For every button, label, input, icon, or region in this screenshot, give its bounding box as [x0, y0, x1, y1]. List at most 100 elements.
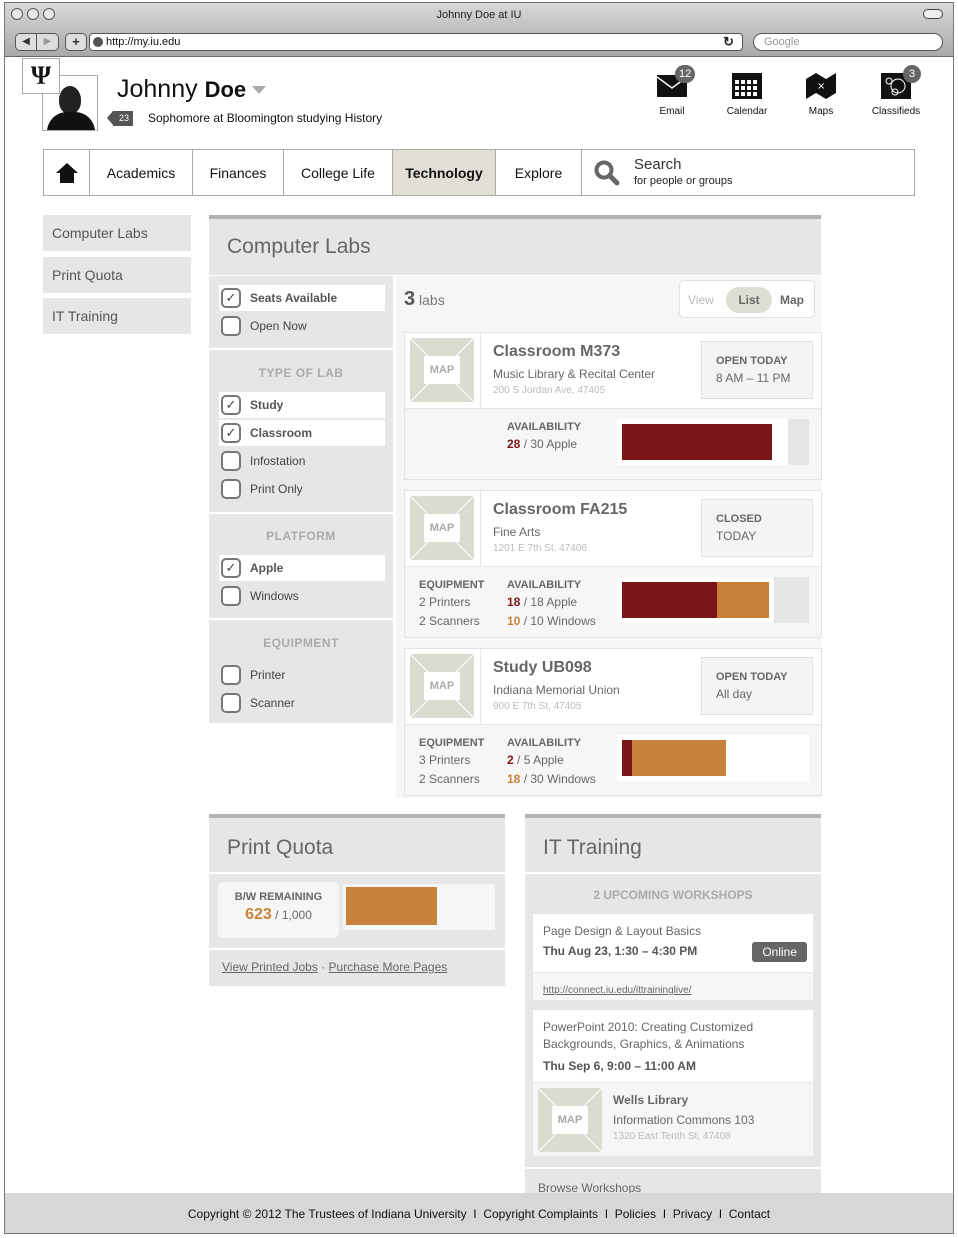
app-calendar[interactable]: Calendar [712, 73, 782, 117]
app-classifieds[interactable]: 3 Classifieds [861, 65, 931, 117]
availability: AVAILABILITY 18 / 18 Apple 10 / 10 Windows [507, 577, 596, 631]
user-name-menu[interactable]: Johnny Doe [117, 75, 267, 104]
map-thumbnail[interactable]: MAP [410, 654, 474, 718]
lab-status: CLOSED [716, 513, 762, 525]
lab-name[interactable]: Study UB098 [493, 659, 592, 677]
filter-label: Windows [250, 589, 299, 603]
footer-link-privacy[interactable]: Privacy [673, 1207, 712, 1221]
url-text: http://my.iu.edu [106, 36, 181, 48]
filter-label: Classroom [250, 426, 313, 440]
filter-label: Infostation [250, 454, 306, 468]
apple-available-count: 2 [507, 753, 514, 767]
filter-print-only[interactable]: Print Only [219, 476, 385, 502]
app-maps[interactable]: × Maps [786, 73, 856, 117]
filter-classroom[interactable]: ✓ Classroom [219, 420, 385, 446]
apple-bar-segment [622, 424, 773, 460]
forward-arrow-icon: ▶ [43, 36, 52, 47]
lab-name[interactable]: Classroom M373 [493, 343, 620, 361]
lab-card[interactable]: MAP Classroom FA215 Fine Arts 1201 E 7th St… [404, 490, 822, 638]
map-thumbnail[interactable]: MAP [410, 338, 474, 402]
map-label: MAP [424, 514, 460, 542]
map-label: MAP [424, 672, 460, 700]
nav-college-life[interactable]: College Life [284, 150, 393, 195]
people-search[interactable]: Search for people or groups [582, 150, 914, 195]
workshop-1[interactable]: Page Design & Layout Basics Thu Aug 23, … [533, 914, 813, 972]
google-search-input[interactable]: Google [753, 33, 943, 51]
availability-heading: AVAILABILITY [507, 421, 582, 433]
lab-count-label: labs [419, 292, 445, 308]
nav-technology[interactable]: Technology [393, 150, 496, 195]
back-button[interactable]: ◀ [15, 33, 37, 51]
filter-study[interactable]: ✓ Study [219, 392, 385, 418]
checkbox-icon[interactable] [221, 451, 241, 471]
back-arrow-icon: ◀ [22, 36, 30, 47]
filter-infostation[interactable]: Infostation [219, 448, 385, 474]
print-quota-body: B/W REMAINING 623 / 1,000 [209, 874, 505, 948]
view-list-button[interactable]: List [726, 287, 772, 313]
nav-finances[interactable]: Finances [193, 150, 284, 195]
view-map-button[interactable]: Map [780, 293, 804, 307]
sidebar-item-computer-labs[interactable]: Computer Labs [43, 215, 191, 251]
footer-link-policies[interactable]: Policies [615, 1207, 656, 1221]
lab-status: OPEN TODAY [716, 355, 788, 367]
reload-icon[interactable]: ↻ [723, 35, 734, 49]
filter-label: Printer [250, 668, 286, 682]
nav-academics[interactable]: Academics [90, 150, 193, 195]
map-thumbnail[interactable]: MAP [538, 1088, 602, 1152]
lab-hours-text: TODAY [716, 529, 757, 543]
checkbox-checked-icon[interactable]: ✓ [221, 288, 241, 308]
checkbox-icon[interactable] [221, 586, 241, 606]
lab-address: 1201 E 7th St, 47406 [493, 543, 587, 554]
forward-button[interactable]: ▶ [37, 33, 59, 51]
checkbox-icon[interactable] [221, 479, 241, 499]
it-training-header: IT Training [525, 814, 821, 872]
nav-home[interactable] [44, 150, 90, 195]
apple-label: Apple [546, 595, 578, 609]
footer-link-copyright-complaints[interactable]: Copyright Complaints [483, 1207, 598, 1221]
availability-bar [617, 419, 809, 465]
view-printed-jobs-link[interactable]: View Printed Jobs [222, 960, 318, 974]
sidebar-item-it-training[interactable]: IT Training [43, 298, 191, 334]
windows-availability: 18 / 30 Windows [507, 772, 596, 786]
checkbox-checked-icon[interactable]: ✓ [221, 558, 241, 578]
lab-card[interactable]: MAP Classroom M373 Music Library & Recital… [404, 332, 822, 480]
apple-label: Apple [533, 753, 564, 767]
iu-logo[interactable]: Ψ [22, 58, 60, 94]
purchase-more-pages-link[interactable]: Purchase More Pages [329, 960, 448, 974]
online-badge: Online [752, 942, 807, 962]
lab-card[interactable]: MAP Study UB098 Indiana Memorial Union 900 … [404, 648, 822, 796]
windows-label: Windows [547, 772, 596, 786]
windows-total: 10 [530, 614, 544, 628]
url-bar[interactable]: http://my.iu.edu ↻ [89, 33, 743, 51]
equipment-item: 2 Scanners [419, 614, 480, 628]
app-email[interactable]: 12 Email [637, 65, 707, 117]
workshop-url-link[interactable]: http://connect.iu.edu/ittraininglive/ [543, 985, 691, 996]
filter-windows[interactable]: Windows [219, 583, 385, 609]
lab-name[interactable]: Classroom FA215 [493, 501, 627, 519]
search-icon [594, 160, 620, 185]
app-label: Calendar [726, 106, 768, 117]
main-nav: Academics Finances College Life Technolo… [43, 149, 915, 196]
toolbar-toggle-button[interactable] [923, 9, 943, 19]
filter-label: Open Now [250, 319, 307, 333]
sidebar-item-print-quota[interactable]: Print Quota [43, 257, 191, 293]
filter-label: Print Only [250, 482, 303, 496]
footer-link-contact[interactable]: Contact [729, 1207, 770, 1221]
map-thumbnail[interactable]: MAP [410, 496, 474, 560]
add-bookmark-button[interactable]: + [65, 33, 87, 51]
divider [480, 649, 481, 725]
filter-scanner[interactable]: Scanner [219, 690, 385, 716]
workshop-2[interactable]: PowerPoint 2010: Creating Customized Bac… [533, 1010, 813, 1082]
filter-printer[interactable]: Printer [219, 662, 385, 688]
notification-tag[interactable]: 23 [106, 111, 134, 126]
checkbox-icon[interactable] [221, 665, 241, 685]
checkbox-checked-icon[interactable]: ✓ [221, 423, 241, 443]
filter-apple[interactable]: ✓ Apple [219, 555, 385, 581]
workshop-title: Page Design & Layout Basics [543, 924, 702, 938]
checkbox-icon[interactable] [221, 316, 241, 336]
filter-open-now[interactable]: Open Now [219, 313, 385, 339]
filter-seats-available[interactable]: ✓ Seats Available [219, 285, 385, 311]
checkbox-checked-icon[interactable]: ✓ [221, 395, 241, 415]
nav-explore[interactable]: Explore [496, 150, 582, 195]
checkbox-icon[interactable] [221, 693, 241, 713]
